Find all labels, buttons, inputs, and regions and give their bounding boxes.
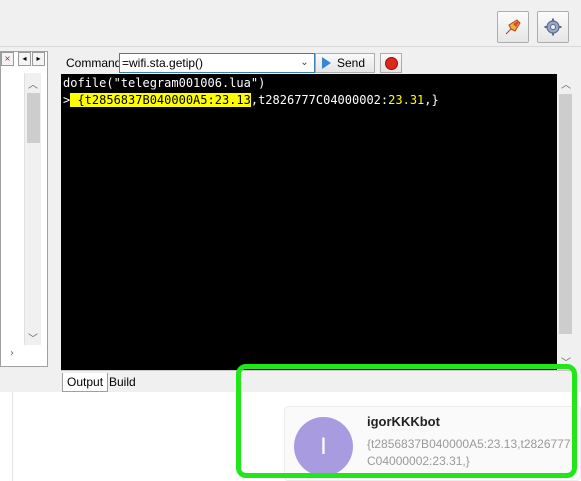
console-value: 23.31 — [388, 93, 425, 107]
command-label: Command — [66, 56, 122, 70]
settings-button[interactable] — [537, 11, 569, 43]
play-icon — [322, 57, 331, 69]
command-input[interactable] — [121, 55, 293, 71]
toolbar — [0, 0, 581, 47]
rocket-icon — [505, 19, 521, 35]
console-selected-text: {t2856837B040000A5: — [70, 93, 215, 107]
chevron-down-icon[interactable]: ⌄ — [296, 55, 313, 71]
output-console[interactable]: dofile("telegram001006.lua") > {t2856837… — [61, 74, 557, 370]
command-combobox[interactable]: ⌄ — [119, 53, 315, 73]
console-text: ,} — [424, 93, 439, 107]
console-vertical-scrollbar[interactable] — [557, 74, 574, 370]
send-button-label: Send — [337, 56, 366, 70]
scrollbar-thumb[interactable] — [27, 93, 40, 143]
console-selected-value: 23.13 — [214, 93, 251, 107]
console-line: > {t2856837B040000A5:23.13,t2826777C0400… — [63, 92, 555, 109]
divider — [12, 392, 13, 481]
scroll-down-icon[interactable]: ﹀ — [28, 330, 38, 345]
tab-build[interactable]: Build — [105, 373, 140, 392]
scroll-right-icon[interactable]: › — [10, 348, 14, 359]
tab-scroll-left-button[interactable]: ◂ — [18, 52, 31, 66]
settings-gear-icon — [544, 18, 562, 36]
tab-scroll-right-button[interactable]: ▸ — [32, 52, 45, 66]
stop-button[interactable] — [380, 53, 402, 73]
stop-icon — [384, 56, 398, 70]
tab-output[interactable]: Output — [62, 373, 109, 392]
command-bar: Command ⌄ Send — [61, 52, 571, 74]
scroll-up-icon[interactable]: ︿ — [28, 76, 38, 91]
upload-button[interactable] — [497, 11, 529, 43]
highlight-frame — [236, 364, 577, 478]
console-text: ,t2826777C04000002: — [250, 93, 389, 107]
left-vertical-scrollbar[interactable] — [24, 73, 41, 345]
close-tab-icon[interactable]: × — [1, 52, 14, 66]
console-line: dofile("telegram001006.lua") — [63, 76, 266, 90]
scrollbar-thumb[interactable] — [559, 94, 572, 334]
send-button[interactable]: Send — [315, 53, 375, 73]
scroll-up-icon[interactable]: ︿ — [561, 76, 571, 91]
